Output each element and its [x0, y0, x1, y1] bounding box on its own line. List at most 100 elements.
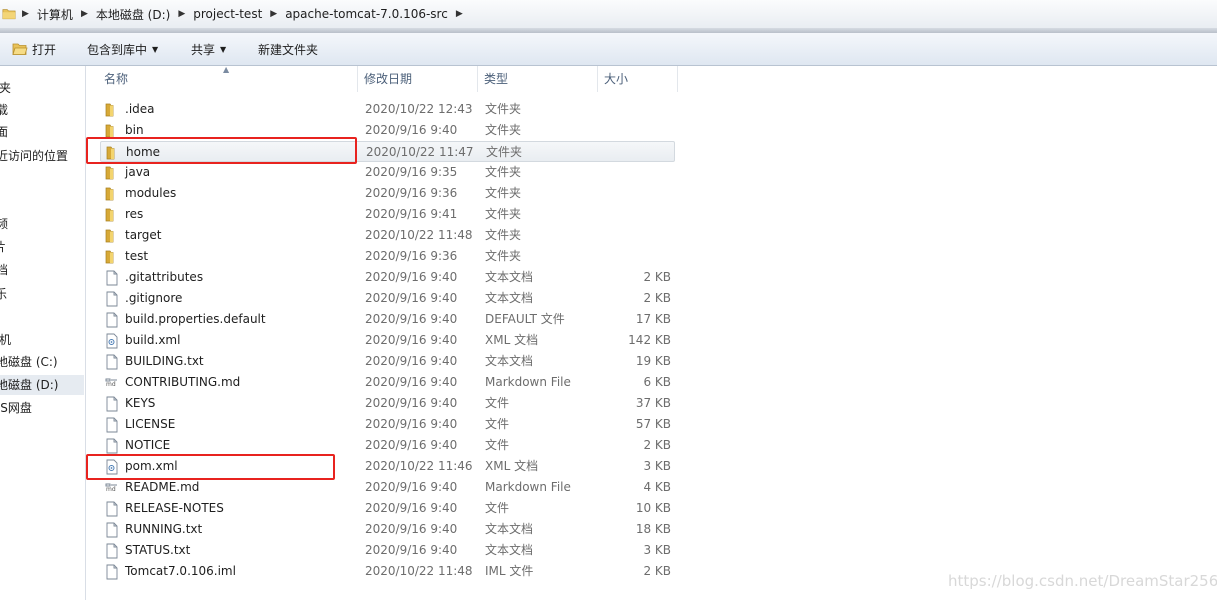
file-modified-date: 2020/10/22 11:48	[365, 564, 473, 578]
open-button[interactable]: 打开	[12, 40, 56, 58]
file-type: XML 文档	[485, 459, 539, 473]
chevron-right-icon[interactable]: ▶	[79, 9, 90, 19]
file-row[interactable]: pom.xml 2020/10/22 11:46 XML 文档 3 KB	[100, 456, 675, 477]
file-size: 142 KB	[628, 333, 671, 347]
file-row[interactable]: LICENSE 2020/9/16 9:40 文件 57 KB	[100, 414, 675, 435]
file-row[interactable]: build.properties.default 2020/9/16 9:40 DE…	[100, 309, 675, 330]
nav-item-wps-drive[interactable]: PS网盘	[0, 398, 84, 418]
column-header-name[interactable]: 名称	[98, 66, 358, 92]
file-type: 文件夹	[485, 165, 522, 179]
markdown-file-icon: md	[104, 375, 120, 391]
file-type: 文件夹	[485, 123, 522, 137]
file-modified-date: 2020/9/16 9:36	[365, 249, 458, 263]
file-row[interactable]: home 2020/10/22 11:47 文件夹	[100, 141, 675, 162]
file-row[interactable]: KEYS 2020/9/16 9:40 文件 37 KB	[100, 393, 675, 414]
file-row[interactable]: RUNNING.txt 2020/9/16 9:40 文本文档 18 KB	[100, 519, 675, 540]
file-size: 37 KB	[635, 396, 671, 410]
column-header-date[interactable]: 修改日期	[358, 66, 478, 92]
nav-item-documents[interactable]: 档	[0, 260, 84, 280]
file-type: 文本文档	[485, 270, 534, 284]
file-row[interactable]: .idea 2020/10/22 12:43 文件夹	[100, 99, 675, 120]
file-row[interactable]: .gitattributes 2020/9/16 9:40 文本文档 2 KB	[100, 267, 675, 288]
file-row[interactable]: modules 2020/9/16 9:36 文件夹	[100, 183, 675, 204]
folder-icon	[104, 123, 120, 139]
nav-item-desktop[interactable]: 面	[0, 122, 84, 142]
include-in-library-button[interactable]: 包含到库中 ▼	[87, 40, 158, 58]
file-name: LICENSE	[125, 417, 176, 431]
file-row[interactable]: res 2020/9/16 9:41 文件夹	[100, 204, 675, 225]
file-name: Tomcat7.0.106.iml	[125, 564, 236, 578]
file-name: java	[125, 165, 151, 179]
chevron-right-icon[interactable]: ▶	[176, 9, 187, 19]
nav-item-drive-d[interactable]: 地磁盘 (D:)	[0, 375, 84, 395]
nav-item-drive-c[interactable]: 地磁盘 (C:)	[0, 352, 84, 372]
nav-item-recent-places[interactable]: 近访问的位置	[0, 146, 84, 166]
column-headers: ▲ 名称 修改日期 类型 大小	[86, 65, 706, 92]
file-name: home	[126, 145, 161, 159]
breadcrumb-current-folder[interactable]: apache-tomcat-7.0.106-src	[279, 7, 454, 21]
file-modified-date: 2020/9/16 9:40	[365, 312, 458, 326]
file-type: 文本文档	[485, 291, 534, 305]
column-header-size[interactable]: 大小	[598, 66, 678, 92]
new-folder-button[interactable]: 新建文件夹	[258, 40, 318, 58]
document-icon	[104, 564, 120, 580]
breadcrumb-computer[interactable]: 计算机	[31, 6, 79, 23]
file-type: 文本文档	[485, 543, 534, 557]
file-size: 57 KB	[635, 417, 671, 431]
file-row[interactable]: BUILDING.txt 2020/9/16 9:40 文本文档 19 KB	[100, 351, 675, 372]
file-row[interactable]: Tomcat7.0.106.iml 2020/10/22 11:48 IML 文件 2…	[100, 561, 675, 582]
file-type: Markdown File	[485, 375, 571, 389]
file-row[interactable]: md CONTRIBUTING.md 2020/9/16 9:40 Markdown …	[100, 372, 675, 393]
nav-item-favorites[interactable]: 夹	[0, 78, 84, 98]
chevron-right-icon[interactable]: ▶	[20, 9, 31, 19]
nav-item-downloads[interactable]: 载	[0, 100, 84, 120]
document-icon	[104, 312, 120, 328]
file-row[interactable]: target 2020/10/22 11:48 文件夹	[100, 225, 675, 246]
file-row[interactable]: java 2020/9/16 9:35 文件夹	[100, 162, 675, 183]
file-size: 17 KB	[635, 312, 671, 326]
svg-text:md: md	[106, 381, 116, 388]
file-row[interactable]: NOTICE 2020/9/16 9:40 文件 2 KB	[100, 435, 675, 456]
new-folder-label: 新建文件夹	[258, 42, 319, 57]
file-modified-date: 2020/9/16 9:40	[365, 375, 458, 389]
nav-item-computer[interactable]: 机	[0, 330, 84, 350]
file-modified-date: 2020/9/16 9:40	[365, 333, 458, 347]
file-modified-date: 2020/9/16 9:40	[365, 501, 458, 515]
breadcrumb-project-test[interactable]: project-test	[187, 7, 268, 21]
nav-item-videos[interactable]: 频	[0, 214, 84, 234]
file-size: 10 KB	[635, 501, 671, 515]
nav-item-pictures[interactable]: 片	[0, 237, 84, 257]
file-row[interactable]: build.xml 2020/9/16 9:40 XML 文档 142 KB	[100, 330, 675, 351]
chevron-right-icon[interactable]: ▶	[454, 9, 465, 19]
file-type: IML 文件	[485, 564, 534, 578]
file-name: res	[125, 207, 144, 221]
file-type: 文件夹	[486, 145, 523, 159]
folder-icon	[104, 228, 120, 244]
nav-item-music[interactable]: 乐	[0, 284, 84, 304]
file-row[interactable]: md README.md 2020/9/16 9:40 Markdown File 4 …	[100, 477, 675, 498]
file-row[interactable]: STATUS.txt 2020/9/16 9:40 文本文档 3 KB	[100, 540, 675, 561]
file-type: 文件夹	[485, 228, 522, 242]
file-modified-date: 2020/10/22 11:46	[365, 459, 473, 473]
file-name: build.properties.default	[125, 312, 266, 326]
file-name: RUNNING.txt	[125, 522, 203, 536]
address-bar[interactable]: ▶ 计算机 ▶ 本地磁盘 (D:) ▶ project-test ▶ apach…	[0, 0, 1217, 29]
share-button[interactable]: 共享 ▼	[191, 40, 226, 58]
file-row[interactable]: .gitignore 2020/9/16 9:40 文本文档 2 KB	[100, 288, 675, 309]
folder-icon	[104, 249, 120, 265]
file-size: 2 KB	[643, 270, 671, 284]
chevron-right-icon[interactable]: ▶	[268, 9, 279, 19]
xml-file-icon	[104, 459, 120, 475]
xml-file-icon	[104, 333, 120, 349]
file-size: 3 KB	[643, 459, 671, 473]
file-row[interactable]: bin 2020/9/16 9:40 文件夹	[100, 120, 675, 141]
folder-icon	[104, 186, 120, 202]
column-header-type[interactable]: 类型	[478, 66, 598, 92]
file-name: build.xml	[125, 333, 181, 347]
file-modified-date: 2020/9/16 9:40	[365, 522, 458, 536]
file-name: .gitignore	[125, 291, 183, 305]
file-row[interactable]: RELEASE-NOTES 2020/9/16 9:40 文件 10 KB	[100, 498, 675, 519]
file-type: 文件	[485, 501, 510, 515]
file-row[interactable]: test 2020/9/16 9:36 文件夹	[100, 246, 675, 267]
breadcrumb-drive-d[interactable]: 本地磁盘 (D:)	[90, 6, 176, 23]
